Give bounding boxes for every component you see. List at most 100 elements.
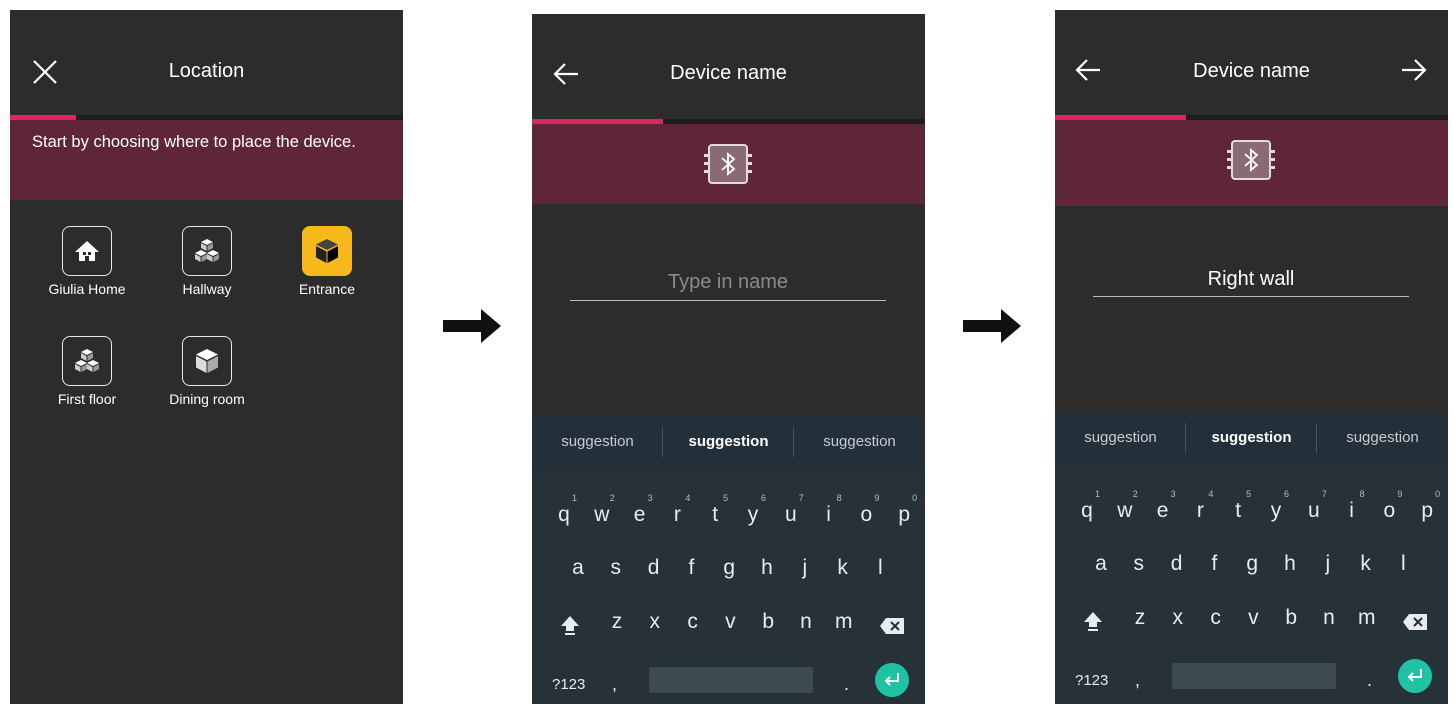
key-k[interactable]: k [1351, 552, 1381, 576]
key-i[interactable]: i8 [1337, 489, 1367, 523]
key-t[interactable]: t5 [1223, 489, 1253, 523]
device-banner [532, 124, 925, 204]
key-o[interactable]: o9 [851, 493, 881, 527]
key-n[interactable]: n [1314, 606, 1344, 630]
backspace-icon[interactable] [879, 617, 905, 635]
flow-arrow-icon [963, 309, 1021, 343]
suggestion-left[interactable]: suggestion [532, 417, 663, 467]
location-first-floor[interactable]: First floor [37, 336, 137, 407]
key-b[interactable]: b [1276, 606, 1306, 630]
key-p[interactable]: p0 [1412, 489, 1442, 523]
key-c[interactable]: c [1201, 606, 1231, 630]
key-m[interactable]: m [1352, 606, 1382, 630]
key-g[interactable]: g [714, 556, 744, 580]
shift-icon[interactable] [1078, 609, 1108, 633]
device-name-screen-empty: Device name Type in name suggestion sugg… [532, 14, 925, 704]
key-u[interactable]: u7 [1299, 489, 1329, 523]
page-title: Device name [670, 62, 787, 84]
location-giulia-home[interactable]: Giulia Home [37, 226, 137, 297]
key-f[interactable]: f [1199, 552, 1229, 576]
key-a[interactable]: a [563, 556, 593, 580]
location-label: Dining room [169, 391, 245, 407]
key-d[interactable]: d [639, 556, 669, 580]
title-bar: Location [10, 10, 403, 120]
key-a[interactable]: a [1086, 552, 1116, 576]
location-label: Giulia Home [48, 281, 126, 297]
period-key[interactable]: . [1367, 670, 1372, 691]
flow-arrow-icon [443, 309, 501, 343]
key-f[interactable]: f [676, 556, 706, 580]
key-o[interactable]: o9 [1374, 489, 1404, 523]
key-z[interactable]: z [602, 610, 632, 634]
key-l[interactable]: l [865, 556, 895, 580]
symbols-key[interactable]: ?123 [1075, 672, 1108, 689]
suggestion-right[interactable]: suggestion [1317, 413, 1448, 463]
spacebar[interactable] [649, 667, 813, 693]
comma-key[interactable]: , [1135, 670, 1140, 691]
key-r[interactable]: r4 [1185, 489, 1215, 523]
key-i[interactable]: i8 [814, 493, 844, 527]
enter-icon [1407, 669, 1422, 682]
key-x[interactable]: x [640, 610, 670, 634]
comma-key[interactable]: , [612, 674, 617, 695]
symbols-key[interactable]: ?123 [552, 676, 585, 693]
key-l[interactable]: l [1388, 552, 1418, 576]
key-r[interactable]: r4 [662, 493, 692, 527]
key-q[interactable]: q1 [549, 493, 579, 527]
suggestion-left[interactable]: suggestion [1055, 413, 1186, 463]
shift-icon[interactable] [555, 613, 585, 637]
device-name-screen-filled: Device name Right wall suggestion sugges… [1055, 10, 1448, 704]
suggestion-right[interactable]: suggestion [794, 417, 925, 467]
key-v[interactable]: v [1238, 606, 1268, 630]
location-dining-room[interactable]: Dining room [157, 336, 257, 407]
key-y[interactable]: y6 [738, 493, 768, 527]
device-name-input[interactable]: Right wall [1093, 268, 1409, 297]
location-hallway[interactable]: Hallway [157, 226, 257, 297]
backspace-icon[interactable] [1402, 613, 1428, 631]
key-k[interactable]: k [828, 556, 858, 580]
key-s[interactable]: s [1124, 552, 1154, 576]
key-b[interactable]: b [753, 610, 783, 634]
suggestion-bar: suggestion suggestion suggestion [532, 417, 925, 467]
key-c[interactable]: c [678, 610, 708, 634]
location-label: Entrance [298, 281, 356, 297]
key-x[interactable]: x [1163, 606, 1193, 630]
page-title: Location [168, 60, 245, 82]
key-j[interactable]: j [1313, 552, 1343, 576]
bluetooth-chip-icon [704, 144, 752, 184]
key-p[interactable]: p0 [889, 493, 919, 527]
key-u[interactable]: u7 [776, 493, 806, 527]
key-q[interactable]: q1 [1072, 489, 1102, 523]
location-label: Hallway [182, 281, 232, 297]
key-e[interactable]: e3 [1148, 489, 1178, 523]
key-g[interactable]: g [1237, 552, 1267, 576]
key-d[interactable]: d [1162, 552, 1192, 576]
key-m[interactable]: m [829, 610, 859, 634]
key-h[interactable]: h [752, 556, 782, 580]
key-h[interactable]: h [1275, 552, 1305, 576]
key-j[interactable]: j [790, 556, 820, 580]
period-key[interactable]: . [844, 674, 849, 695]
arrow-right-icon[interactable] [1401, 58, 1427, 82]
key-t[interactable]: t5 [700, 493, 730, 527]
key-z[interactable]: z [1125, 606, 1155, 630]
location-entrance[interactable]: Entrance [277, 226, 377, 297]
location-screen: Location Start by choosing where to plac… [10, 10, 403, 704]
page-title: Device name [1193, 60, 1310, 82]
key-n[interactable]: n [791, 610, 821, 634]
key-e[interactable]: e3 [625, 493, 655, 527]
suggestion-middle[interactable]: suggestion [1186, 413, 1317, 463]
suggestion-middle[interactable]: suggestion [663, 417, 794, 467]
bluetooth-chip-icon [1227, 140, 1275, 180]
enter-key[interactable] [1398, 659, 1432, 693]
key-v[interactable]: v [715, 610, 745, 634]
enter-key[interactable] [875, 663, 909, 697]
key-y[interactable]: y6 [1261, 489, 1291, 523]
spacebar[interactable] [1172, 663, 1336, 689]
device-name-input[interactable]: Type in name [570, 271, 886, 301]
key-w[interactable]: w2 [1110, 489, 1140, 523]
location-label: First floor [57, 391, 117, 407]
enter-icon [884, 673, 899, 686]
key-s[interactable]: s [601, 556, 631, 580]
key-w[interactable]: w2 [587, 493, 617, 527]
